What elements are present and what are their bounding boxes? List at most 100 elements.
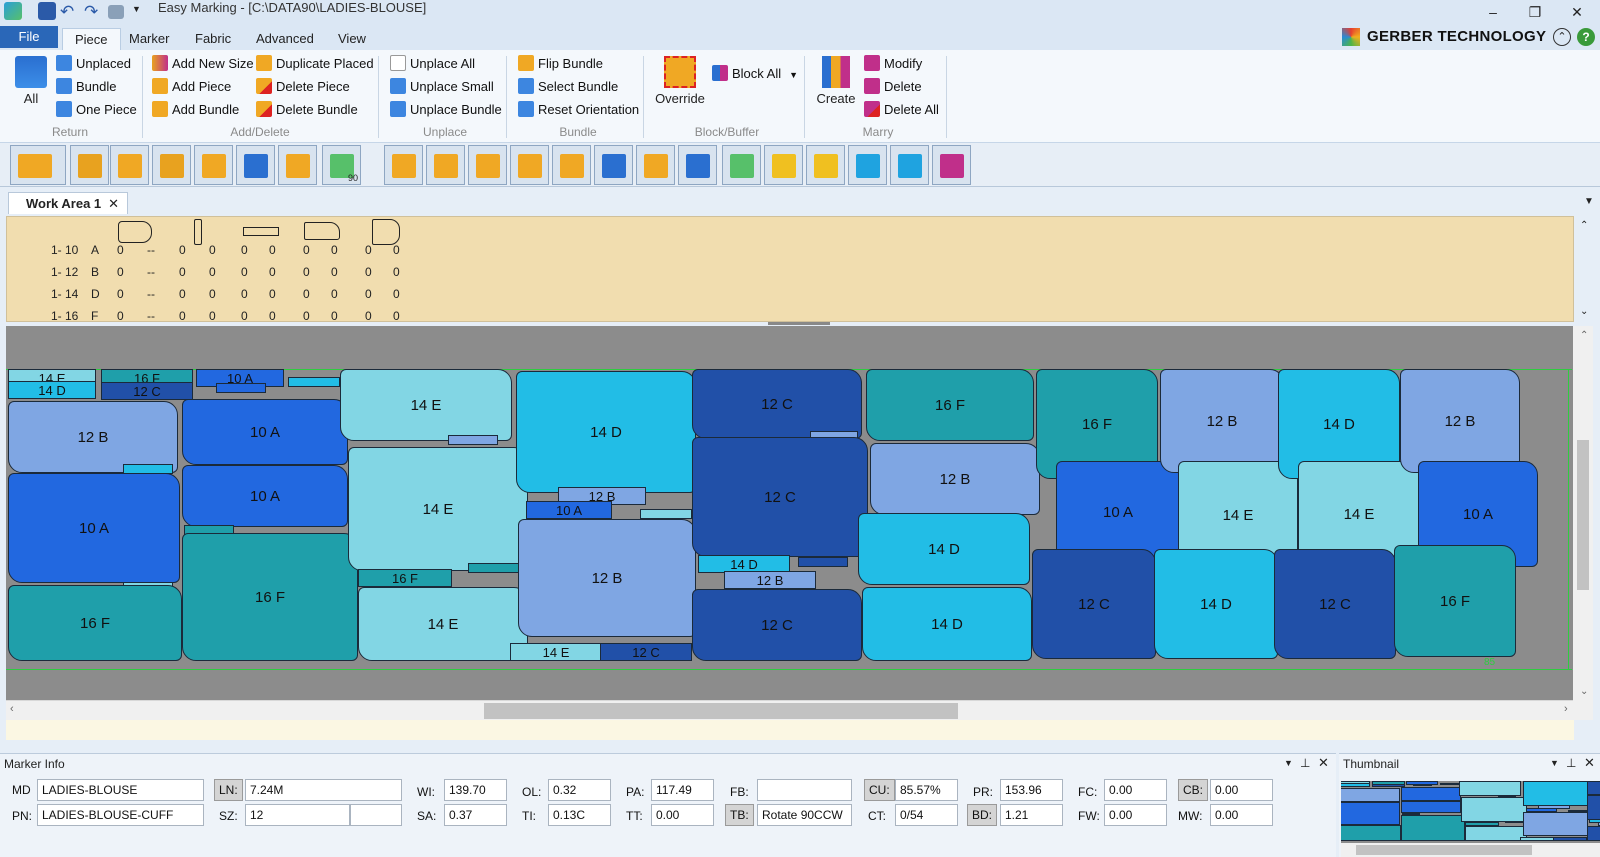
marker-piece[interactable]: 12 C — [600, 643, 692, 661]
file-tab[interactable]: File — [0, 26, 58, 48]
ln-field[interactable]: 7.24M — [245, 779, 402, 801]
marry-create-button[interactable]: Create — [814, 56, 858, 106]
move-left-tool-button[interactable] — [110, 145, 149, 185]
marker-piece[interactable]: 12 B — [724, 571, 816, 589]
tb-label[interactable]: TB: — [725, 804, 754, 826]
tb-field[interactable]: Rotate 90CCW — [757, 804, 852, 826]
marker-piece[interactable]: 14 D — [8, 381, 96, 399]
buffer-tool-button[interactable] — [426, 145, 465, 185]
marker-piece[interactable]: 14 E — [510, 643, 602, 661]
horizontal-scroll-thumb[interactable] — [484, 703, 958, 719]
tab-advanced[interactable]: Advanced — [244, 28, 326, 50]
delete-bundle-button[interactable]: Delete Bundle — [256, 100, 358, 120]
marker-piece[interactable]: 14 D — [516, 371, 696, 493]
marry-delete-all-button[interactable]: Delete All — [864, 100, 939, 120]
reset-orientation-button[interactable]: Reset Orientation — [518, 100, 639, 120]
center-tool-button[interactable] — [552, 145, 591, 185]
panel-scroll-down-icon[interactable]: ⌄ — [1580, 306, 1588, 317]
block-tool-button[interactable] — [636, 145, 675, 185]
stack-tool-button[interactable] — [890, 145, 929, 185]
marker-piece[interactable]: 12 C — [1274, 549, 1396, 659]
marker-piece[interactable]: 16 F — [182, 533, 358, 661]
ti-field[interactable]: 0.13C — [548, 804, 611, 826]
close-tab-icon[interactable]: ✕ — [108, 193, 119, 215]
refresh-tool-button[interactable] — [722, 145, 761, 185]
flip-bundle-button[interactable]: Flip Bundle — [518, 54, 603, 74]
thumbnail-scroll-thumb[interactable] — [1356, 845, 1532, 855]
scroll-up-icon[interactable]: ⌃ — [1580, 330, 1588, 341]
cu-field[interactable]: 85.57% — [895, 779, 958, 801]
alert-tool-button[interactable] — [806, 145, 845, 185]
marker-piece[interactable]: 12 C — [692, 437, 868, 557]
marker-small-piece[interactable] — [216, 383, 266, 393]
marker-small-piece[interactable] — [448, 435, 498, 445]
return-unplaced-button[interactable]: Unplaced — [56, 54, 131, 74]
rotate-90-tool-button[interactable]: 90 — [322, 145, 361, 185]
marker-piece[interactable]: 14 E — [340, 369, 512, 441]
block-all-dropdown-icon[interactable]: ▼ — [789, 70, 798, 80]
override-button[interactable]: Override — [654, 56, 706, 106]
print-icon[interactable] — [108, 5, 124, 19]
marker-piece[interactable]: 12 B — [1400, 369, 1520, 473]
marker-piece[interactable]: 12 C — [101, 382, 193, 400]
close-button[interactable]: ✕ — [1556, 0, 1598, 24]
sz-secondary-field[interactable] — [350, 804, 402, 826]
marker-small-piece[interactable] — [640, 509, 692, 519]
bottom-align-tool-button[interactable] — [236, 145, 275, 185]
save-icon[interactable] — [38, 2, 56, 20]
thumbnail-menu-icon[interactable]: ▼ — [1550, 758, 1559, 768]
doc-menu-icon[interactable]: ▼ — [1584, 196, 1594, 207]
bd-field[interactable]: 1.21 — [1000, 804, 1063, 826]
sz-field[interactable]: 12 — [245, 804, 350, 826]
rotate-tool-button[interactable] — [278, 145, 317, 185]
marker-small-piece[interactable] — [798, 557, 848, 567]
piece-row[interactable]: 1- 16 F 0 -- 0 0 0 0 0 0 0 0 — [7, 305, 437, 321]
add-new-size-button[interactable]: Add New Size — [152, 54, 254, 74]
add-piece-button[interactable]: Add Piece — [152, 77, 231, 97]
marker-piece[interactable]: 12 C — [1032, 549, 1156, 659]
block-all-button[interactable]: Block All ▼ — [712, 64, 798, 84]
scroll-left-icon[interactable]: ‹ — [10, 703, 14, 715]
quick-access-dropdown-icon[interactable]: ▼ — [132, 4, 141, 14]
marker-piece[interactable]: 10 A — [182, 399, 348, 465]
piece-row[interactable]: 1- 12 B 0 -- 0 0 0 0 0 0 0 0 — [7, 261, 437, 283]
grid-tool-button[interactable] — [678, 145, 717, 185]
marry-modify-button[interactable]: Modify — [864, 54, 922, 74]
tab-marker[interactable]: Marker — [117, 28, 181, 50]
minimize-button[interactable]: – — [1472, 0, 1514, 24]
fold-tool-button[interactable] — [510, 145, 549, 185]
unplace-small-button[interactable]: Unplace Small — [390, 77, 494, 97]
square-tool-button[interactable] — [848, 145, 887, 185]
cut-tool-button[interactable] — [468, 145, 507, 185]
ol-field[interactable]: 0.32 — [548, 779, 611, 801]
unplace-all-button[interactable]: Unplace All — [390, 54, 475, 74]
fw-field[interactable]: 0.00 — [1104, 804, 1167, 826]
ct-field[interactable]: 0/54 — [895, 804, 958, 826]
scroll-right-icon[interactable]: › — [1564, 703, 1568, 715]
marker-piece[interactable]: 14 E — [358, 587, 528, 661]
unplace-bundle-button[interactable]: Unplace Bundle — [390, 100, 502, 120]
marker-piece[interactable]: 16 F — [1394, 545, 1516, 657]
marker-piece[interactable]: 12 B — [1160, 369, 1284, 473]
ln-label[interactable]: LN: — [214, 779, 243, 801]
panel-scroll-up-icon[interactable]: ⌃ — [1580, 220, 1588, 231]
pa-field[interactable]: 117.49 — [651, 779, 714, 801]
warning-tool-button[interactable] — [764, 145, 803, 185]
diamond-tool-button[interactable] — [594, 145, 633, 185]
marker-small-piece[interactable] — [468, 563, 520, 573]
add-bundle-button[interactable]: Add Bundle — [152, 100, 239, 120]
piece-row[interactable]: 1- 10 A 0 -- 0 0 0 0 0 0 0 0 — [7, 239, 437, 261]
duplicate-placed-button[interactable]: Duplicate Placed — [256, 54, 374, 74]
md-field[interactable]: LADIES-BLOUSE — [37, 779, 204, 801]
pn-field[interactable]: LADIES-BLOUSE-CUFF — [37, 804, 204, 826]
layout-tool-button[interactable] — [932, 145, 971, 185]
work-area-tab[interactable]: Work Area 1 ✕ — [8, 192, 128, 214]
panel-splitter[interactable] — [768, 322, 830, 325]
panel-menu-icon[interactable]: ▼ — [1284, 758, 1293, 768]
marker-piece[interactable]: 14 D — [862, 587, 1032, 661]
pr-field[interactable]: 153.96 — [1000, 779, 1063, 801]
marker-piece[interactable]: 16 F — [358, 569, 452, 587]
marker-piece[interactable]: 10 A — [182, 465, 348, 527]
piece-row[interactable]: 1- 14 D 0 -- 0 0 0 0 0 0 0 0 — [7, 283, 437, 305]
marker-piece[interactable]: 12 C — [692, 589, 862, 661]
